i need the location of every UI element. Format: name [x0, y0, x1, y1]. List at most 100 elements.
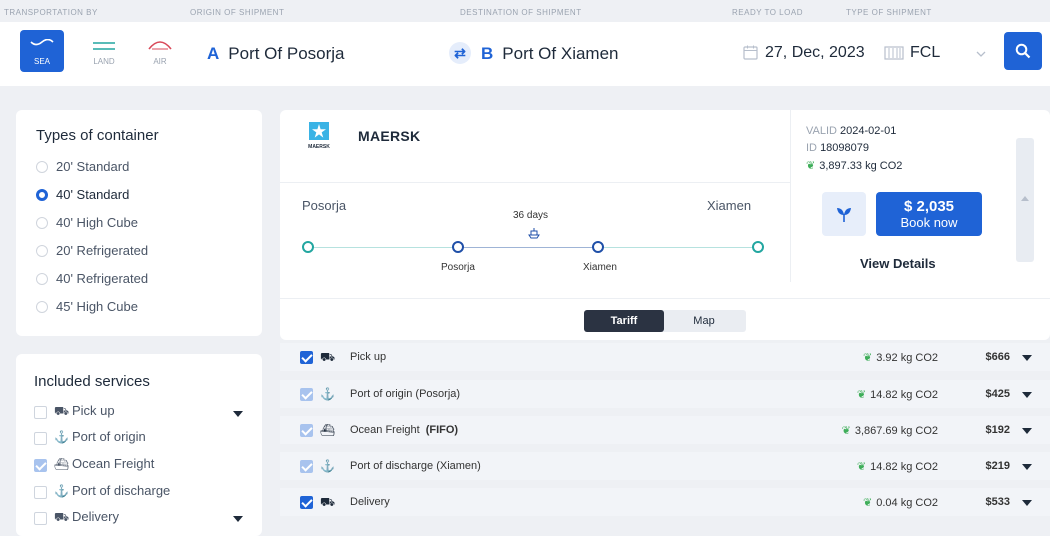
label-origin: ORIGIN OF SHIPMENT	[190, 8, 285, 17]
eco-button[interactable]	[822, 192, 866, 236]
radio-button[interactable]	[36, 217, 48, 229]
tariff-label: Delivery	[350, 496, 390, 508]
view-details-link[interactable]: View Details	[860, 256, 936, 271]
tariff-row: ⚓ Port of discharge (Xiamen) ❦ 14.82 kg C…	[280, 452, 1050, 480]
tariff-label-tag: (FIFO)	[425, 424, 459, 436]
chevron-down-icon[interactable]	[976, 51, 986, 57]
radio-button[interactable]	[36, 301, 48, 313]
service-label: Port of discharge	[72, 483, 171, 498]
mode-sea-label: SEA	[33, 57, 50, 66]
mode-sea-button[interactable]: SEA	[20, 30, 64, 72]
leaf-icon: ❦	[856, 389, 867, 401]
origin-input[interactable]: A Port Of Posorja	[207, 44, 345, 64]
checkbox[interactable]	[34, 486, 47, 499]
mode-land-button[interactable]: LAND	[82, 30, 126, 72]
container-types-panel: Types of container 20' Standard 40' Stan…	[16, 110, 262, 336]
tariff-name: Delivery	[350, 496, 390, 508]
divider	[280, 298, 1050, 299]
route-destination: Xiamen	[707, 198, 752, 213]
tariff-row: ⛟ Pick up ❦ 3.92 kg CO2 $666	[280, 343, 1050, 371]
book-now-button[interactable]: $ 2,035 Book now	[876, 192, 982, 236]
swap-icon[interactable]: ⇄	[449, 42, 471, 64]
search-icon	[1015, 43, 1031, 59]
caret-down-icon[interactable]	[1022, 500, 1032, 506]
destination-input[interactable]: B Port Of Xiamen	[481, 44, 619, 64]
container-icon	[884, 46, 904, 60]
scrollbar[interactable]	[1016, 138, 1034, 262]
anchor-icon: ⚓	[320, 387, 335, 401]
radio-button[interactable]	[36, 273, 48, 285]
container-option-label: 20' Refrigerated	[56, 243, 149, 258]
tariff-label: Port of discharge (Xiamen)	[350, 460, 481, 472]
ship-icon: ⛴	[54, 457, 70, 471]
route-node	[452, 241, 464, 253]
caret-down-icon[interactable]	[1022, 428, 1032, 434]
co2-value: 14.82 kg CO2	[870, 389, 938, 401]
tariff-label: Ocean Freight	[350, 424, 420, 436]
field-labels: TRANSPORTATION BY ORIGIN OF SHIPMENT DES…	[0, 0, 1050, 22]
caret-down-icon[interactable]	[1022, 355, 1032, 361]
tab-tariff[interactable]: Tariff	[584, 310, 664, 332]
checkbox-checked[interactable]	[34, 459, 47, 472]
route-line	[310, 247, 458, 248]
ship-icon: ⛴	[320, 423, 336, 437]
valid-date-value: 2024-02-01	[840, 125, 897, 137]
shipment-type-select[interactable]: FCL	[884, 44, 940, 62]
route-leg-destination: Xiamen	[583, 262, 617, 273]
co2-value: 0.04 kg CO2	[876, 497, 938, 509]
route-origin: Posorja	[302, 198, 347, 213]
leaf-icon: ❦	[841, 425, 851, 437]
tariff-label: Pick up	[350, 351, 387, 363]
tariff-co2: ❦ 3,867.69 kg CO2	[842, 424, 938, 437]
destination-value: Port Of Xiamen	[502, 44, 619, 63]
waves-icon	[30, 39, 54, 46]
route-node	[592, 241, 604, 253]
checkbox[interactable]	[34, 432, 47, 445]
service-label: Pick up	[72, 403, 115, 418]
search-button[interactable]	[1004, 32, 1042, 70]
ready-date-field[interactable]: 27, Dec, 2023	[743, 44, 865, 62]
checkbox-checked[interactable]	[300, 496, 313, 509]
leaf-icon: ❦	[856, 461, 867, 473]
view-toggle: Tariff Map	[584, 310, 746, 332]
checkbox-checked[interactable]	[300, 351, 313, 364]
truck-icon: ⛟	[54, 404, 70, 418]
route-node	[302, 241, 314, 253]
caret-down-icon[interactable]	[233, 411, 243, 417]
origin-letter: A	[207, 44, 220, 63]
container-option-label: 40' Refrigerated	[56, 271, 149, 286]
checkbox[interactable]	[34, 512, 47, 525]
service-label: Delivery	[72, 509, 119, 524]
tab-map[interactable]: Map	[664, 310, 744, 332]
checkbox-checked[interactable]	[300, 424, 313, 437]
tariff-price: $425	[985, 388, 1010, 400]
caret-down-icon[interactable]	[233, 516, 243, 522]
flight-arc-icon	[148, 41, 172, 50]
valid-date: VALID 2024-02-01	[806, 125, 896, 137]
container-types-title: Types of container	[36, 127, 159, 144]
truck-icon: ⛟	[320, 350, 336, 364]
radio-button-selected[interactable]	[36, 189, 48, 201]
mode-air-button[interactable]: AIR	[138, 30, 182, 72]
caret-down-icon[interactable]	[1022, 392, 1032, 398]
tariff-co2: ❦ 14.82 kg CO2	[857, 388, 938, 401]
origin-value: Port Of Posorja	[228, 44, 345, 63]
radio-button[interactable]	[36, 245, 48, 257]
total-price: $ 2,035	[903, 198, 955, 215]
route-line	[602, 247, 756, 248]
caret-down-icon[interactable]	[1022, 464, 1032, 470]
co2-value: 14.82 kg CO2	[870, 461, 938, 473]
checkbox[interactable]	[34, 406, 47, 419]
label-transportation: TRANSPORTATION BY	[4, 8, 98, 17]
id-label: ID	[806, 142, 817, 154]
result-card: MAERSK MAERSK Posorja Xiamen 36 days Pos…	[280, 110, 1050, 340]
scroll-up-icon[interactable]	[1021, 196, 1029, 201]
checkbox-checked[interactable]	[300, 460, 313, 473]
radio-button[interactable]	[36, 161, 48, 173]
id-value: 18098079	[820, 142, 870, 154]
checkbox-checked[interactable]	[300, 388, 313, 401]
anchor-icon: ⚓	[54, 430, 69, 444]
container-option-label: 40' Standard	[56, 187, 130, 202]
destination-letter: B	[481, 44, 494, 63]
tariff-name: Port of discharge (Xiamen)	[350, 460, 481, 472]
